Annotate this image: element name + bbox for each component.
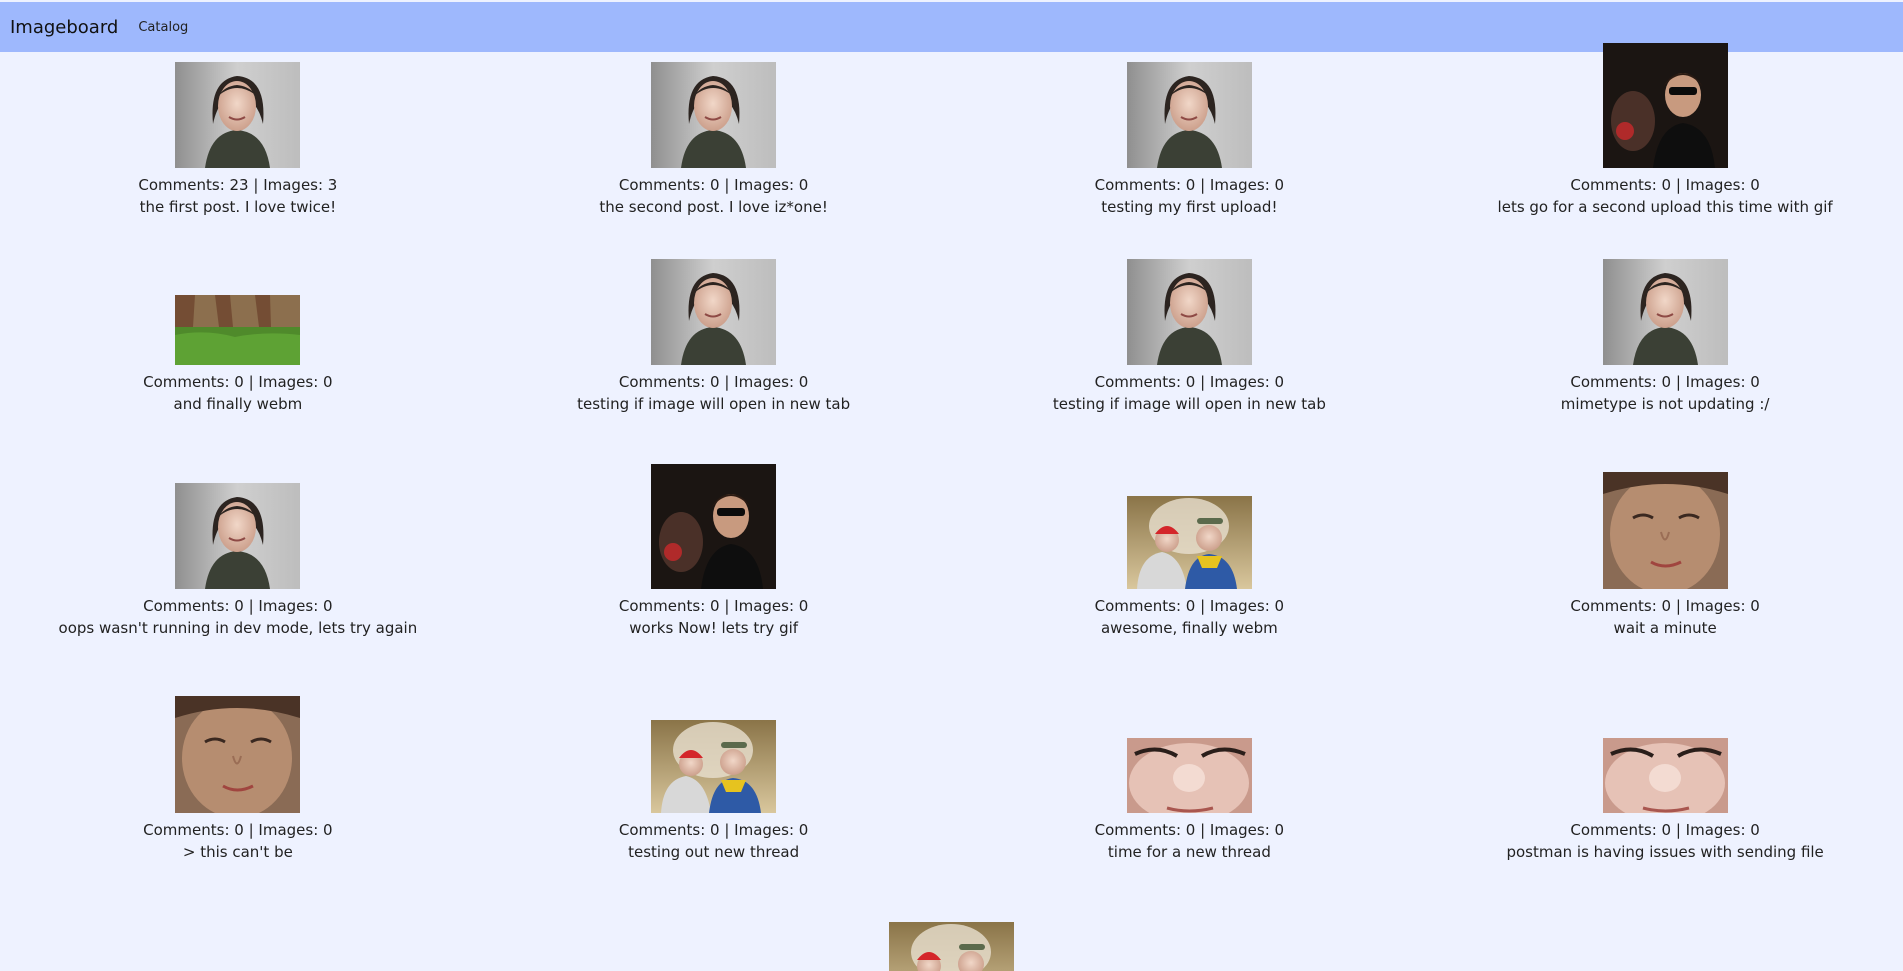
thread-grid: Comments: 23 | Images: 3 the first post.… xyxy=(0,43,1903,863)
thread-card[interactable]: Comments: 23 | Images: 3 the first post.… xyxy=(0,62,476,218)
thread-card[interactable]: Comments: 0 | Images: 0 postman is havin… xyxy=(1427,738,1903,863)
catalog-link[interactable]: Catalog xyxy=(138,20,188,35)
thread-row: Comments: 0 | Images: 0 and finally webm… xyxy=(0,218,1903,415)
thread-thumbnail[interactable] xyxy=(1602,259,1728,365)
thread-thumbnail[interactable] xyxy=(175,483,301,589)
brand-link[interactable]: Imageboard xyxy=(10,17,118,38)
thread-card[interactable]: Comments: 0 | Images: 0 testing my first… xyxy=(952,62,1428,218)
thread-card[interactable]: Comments: 0 | Images: 0 > this can't be xyxy=(0,696,476,863)
thread-card[interactable]: Comments: 0 | Images: 0 time for a new t… xyxy=(952,738,1428,863)
thread-row xyxy=(0,922,1903,971)
thread-card[interactable]: Comments: 0 | Images: 0 testing if image… xyxy=(952,259,1428,415)
thread-thumbnail[interactable] xyxy=(175,62,301,168)
thread-subject: and finally webm xyxy=(173,395,303,413)
thread-subject: testing out new thread xyxy=(628,843,800,861)
thread-stats: Comments: 0 | Images: 0 xyxy=(1570,176,1760,194)
thread-stats: Comments: 0 | Images: 0 xyxy=(1570,597,1760,615)
thread-subject: time for a new thread xyxy=(1107,843,1271,861)
thread-thumbnail[interactable] xyxy=(1602,43,1728,168)
thread-card[interactable]: Comments: 0 | Images: 0 wait a minute xyxy=(1427,472,1903,639)
thread-row: Comments: 0 | Images: 0 > this can't be … xyxy=(0,639,1903,863)
thread-stats: Comments: 0 | Images: 0 xyxy=(1570,821,1760,839)
thread-row: Comments: 0 | Images: 0 oops wasn't runn… xyxy=(0,415,1903,639)
thread-subject: the first post. I love twice! xyxy=(139,198,337,216)
thread-stats: Comments: 0 | Images: 0 xyxy=(143,821,333,839)
thread-subject: mimetype is not updating :/ xyxy=(1560,395,1770,413)
thread-thumbnail[interactable] xyxy=(1126,259,1252,365)
thread-card[interactable] xyxy=(889,922,1014,971)
thread-thumbnail[interactable] xyxy=(651,259,777,365)
thread-thumbnail[interactable] xyxy=(651,720,777,813)
thread-subject: postman is having issues with sending fi… xyxy=(1506,843,1824,861)
thread-card[interactable]: Comments: 0 | Images: 0 oops wasn't runn… xyxy=(0,483,476,639)
thread-thumbnail[interactable] xyxy=(889,922,1014,971)
thread-thumbnail[interactable] xyxy=(1126,62,1252,168)
thread-subject: the second post. I love iz*one! xyxy=(599,198,828,216)
thread-card[interactable]: Comments: 0 | Images: 0 the second post.… xyxy=(476,62,952,218)
thread-card[interactable]: Comments: 0 | Images: 0 testing if image… xyxy=(476,259,952,415)
thread-row: Comments: 23 | Images: 3 the first post.… xyxy=(0,43,1903,218)
thread-thumbnail[interactable] xyxy=(651,62,777,168)
thread-subject: lets go for a second upload this time wi… xyxy=(1497,198,1833,216)
thread-thumbnail[interactable] xyxy=(651,464,777,589)
thread-subject: > this can't be xyxy=(182,843,293,861)
thread-card[interactable]: Comments: 0 | Images: 0 works Now! lets … xyxy=(476,464,952,639)
thread-thumbnail[interactable] xyxy=(1602,738,1728,813)
thread-thumbnail[interactable] xyxy=(1602,472,1728,589)
thread-subject: wait a minute xyxy=(1613,619,1717,637)
thread-subject: testing if image will open in new tab xyxy=(577,395,851,413)
thread-stats: Comments: 0 | Images: 0 xyxy=(618,176,809,194)
thread-card[interactable]: Comments: 0 | Images: 0 testing out new … xyxy=(476,720,952,863)
thread-card[interactable]: Comments: 0 | Images: 0 mimetype is not … xyxy=(1427,259,1903,415)
thread-stats: Comments: 0 | Images: 0 xyxy=(618,597,809,615)
thread-subject: oops wasn't running in dev mode, lets tr… xyxy=(58,619,418,637)
thread-stats: Comments: 0 | Images: 0 xyxy=(1094,373,1285,391)
thread-stats: Comments: 0 | Images: 0 xyxy=(1094,597,1285,615)
thread-subject: testing my first upload! xyxy=(1101,198,1278,216)
thread-stats: Comments: 0 | Images: 0 xyxy=(1094,176,1285,194)
thread-subject: testing if image will open in new tab xyxy=(1052,395,1326,413)
thread-stats: Comments: 0 | Images: 0 xyxy=(618,373,809,391)
thread-thumbnail[interactable] xyxy=(1126,738,1252,813)
thread-stats: Comments: 0 | Images: 0 xyxy=(1094,821,1285,839)
thread-stats: Comments: 0 | Images: 0 xyxy=(143,597,333,615)
thread-thumbnail[interactable] xyxy=(1126,496,1252,589)
thread-card[interactable]: Comments: 0 | Images: 0 and finally webm xyxy=(0,295,476,415)
thread-card[interactable]: Comments: 0 | Images: 0 lets go for a se… xyxy=(1427,43,1903,218)
thread-card[interactable]: Comments: 0 | Images: 0 awesome, finally… xyxy=(952,496,1428,639)
thread-stats: Comments: 0 | Images: 0 xyxy=(1570,373,1760,391)
thread-stats: Comments: 23 | Images: 3 xyxy=(138,176,338,194)
thread-thumbnail[interactable] xyxy=(175,696,301,813)
thread-stats: Comments: 0 | Images: 0 xyxy=(618,821,809,839)
thread-thumbnail[interactable] xyxy=(175,295,301,365)
thread-subject: works Now! lets try gif xyxy=(629,619,799,637)
thread-subject: awesome, finally webm xyxy=(1100,619,1278,637)
thread-stats: Comments: 0 | Images: 0 xyxy=(143,373,333,391)
